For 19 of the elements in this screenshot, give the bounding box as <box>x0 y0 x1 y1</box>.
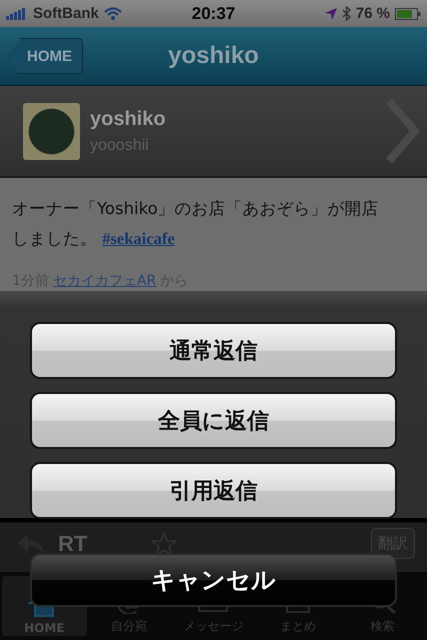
back-button[interactable]: HOME <box>8 38 83 74</box>
tweet-text: オーナー「Yoshiko」のお店「あおぞら」が開店しました。 #sekaicafe <box>12 198 380 250</box>
avatar-image <box>23 102 80 160</box>
bluetooth-icon <box>342 6 351 21</box>
carrier-name: SoftBank <box>33 5 99 22</box>
action-button[interactable]: 通常返信 <box>30 322 397 379</box>
battery-percent: 76 % <box>356 5 390 22</box>
action-button[interactable]: 全員に返信 <box>30 392 397 449</box>
clock-time: 20:37 <box>192 4 236 24</box>
signal-icon <box>6 8 28 20</box>
action-button[interactable]: 引用返信 <box>30 462 397 519</box>
battery-icon <box>394 8 421 20</box>
chevron-icon <box>385 99 419 163</box>
wifi-icon <box>104 7 122 20</box>
location-arrow-icon <box>324 8 337 20</box>
user-name: yoshiko <box>90 108 167 130</box>
hashtag-link[interactable]: #sekaicafe <box>102 229 175 248</box>
cancel-button[interactable]: キャンセル <box>30 553 397 607</box>
nav-title: yoshiko <box>168 42 259 70</box>
